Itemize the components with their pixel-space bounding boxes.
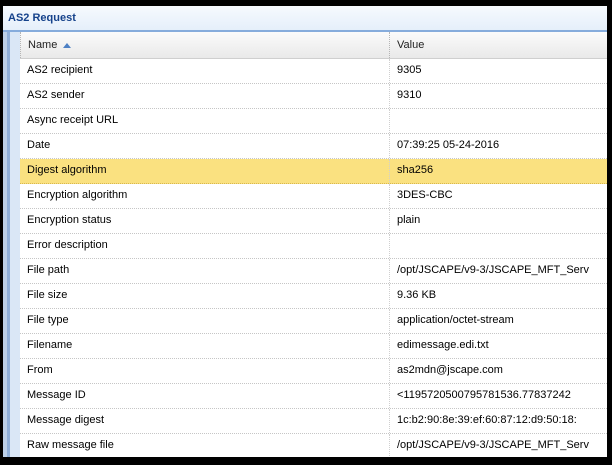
row-name-cell: Encryption algorithm xyxy=(20,184,389,208)
row-value-cell: 07:39:25 05-24-2016 xyxy=(389,134,607,158)
row-name-cell: Encryption status xyxy=(20,209,389,233)
table-row[interactable]: File path /opt/JSCAPE/v9-3/JSCAPE_MFT_Se… xyxy=(20,259,607,284)
row-name-cell: From xyxy=(20,359,389,383)
row-name-cell: Raw message file xyxy=(20,434,389,457)
row-name-cell: Date xyxy=(20,134,389,158)
table-row[interactable]: Date 07:39:25 05-24-2016 xyxy=(20,134,607,159)
row-name-cell: Async receipt URL xyxy=(20,109,389,133)
column-header-value[interactable]: Value xyxy=(389,32,607,58)
table-row[interactable]: Async receipt URL xyxy=(20,109,607,134)
row-name-cell: File type xyxy=(20,309,389,333)
table-row[interactable]: AS2 sender 9310 xyxy=(20,84,607,109)
table-row[interactable]: Digest algorithm sha256 xyxy=(20,159,607,184)
column-header-value-label: Value xyxy=(397,39,424,51)
grid-header-row: Name Value xyxy=(20,32,607,59)
table-row[interactable]: Raw message file /opt/JSCAPE/v9-3/JSCAPE… xyxy=(20,434,607,457)
row-value-cell: /opt/JSCAPE/v9-3/JSCAPE_MFT_Serv xyxy=(389,259,607,283)
sort-ascending-icon xyxy=(63,43,71,48)
row-value-cell: 9.36 KB xyxy=(389,284,607,308)
table-row[interactable]: Encryption status plain xyxy=(20,209,607,234)
row-name-cell: File size xyxy=(20,284,389,308)
as2-request-panel: AS2 Request Name Value AS2 recipient xyxy=(3,6,607,457)
panel-title: AS2 Request xyxy=(8,12,76,24)
column-header-name-label: Name xyxy=(28,39,57,51)
panel-header: AS2 Request xyxy=(3,6,607,32)
row-name-cell: File path xyxy=(20,259,389,283)
row-value-cell xyxy=(389,109,607,133)
grid-body: AS2 recipient 9305 AS2 sender 9310 Async… xyxy=(20,59,607,457)
row-value-cell: edimessage.edi.txt xyxy=(389,334,607,358)
row-name-cell: Error description xyxy=(20,234,389,258)
row-value-cell: 9305 xyxy=(389,59,607,83)
table-row[interactable]: File type application/octet-stream xyxy=(20,309,607,334)
screenshot-frame: AS2 Request Name Value AS2 recipient xyxy=(0,0,612,465)
row-name-cell: Filename xyxy=(20,334,389,358)
row-value-cell: sha256 xyxy=(389,159,607,183)
table-row[interactable]: Message ID <1195720500795781536.77837242 xyxy=(20,384,607,409)
table-row[interactable]: Error description xyxy=(20,234,607,259)
row-value-cell: application/octet-stream xyxy=(389,309,607,333)
table-row[interactable]: Message digest 1c:b2:90:8e:39:ef:60:87:1… xyxy=(20,409,607,434)
row-value-cell: plain xyxy=(389,209,607,233)
table-row[interactable]: File size 9.36 KB xyxy=(20,284,607,309)
row-name-cell: Digest algorithm xyxy=(20,159,389,183)
table-row[interactable]: AS2 recipient 9305 xyxy=(20,59,607,84)
row-value-cell: 9310 xyxy=(389,84,607,108)
row-name-cell: Message digest xyxy=(20,409,389,433)
table-row[interactable]: Encryption algorithm 3DES-CBC xyxy=(20,184,607,209)
row-name-cell: AS2 sender xyxy=(20,84,389,108)
row-value-cell xyxy=(389,234,607,258)
table-row[interactable]: Filename edimessage.edi.txt xyxy=(20,334,607,359)
table-row[interactable]: From as2mdn@jscape.com xyxy=(20,359,607,384)
panel-left-gutter xyxy=(3,32,20,457)
row-name-cell: Message ID xyxy=(20,384,389,408)
row-value-cell: 1c:b2:90:8e:39:ef:60:87:12:d9:50:18: xyxy=(389,409,607,433)
panel-body: Name Value AS2 recipient 9305 AS2 sender… xyxy=(3,32,607,457)
properties-grid: Name Value AS2 recipient 9305 AS2 sender… xyxy=(20,32,607,457)
row-name-cell: AS2 recipient xyxy=(20,59,389,83)
column-header-name[interactable]: Name xyxy=(20,32,389,58)
row-value-cell: /opt/JSCAPE/v9-3/JSCAPE_MFT_Serv xyxy=(389,434,607,457)
row-value-cell: <1195720500795781536.77837242 xyxy=(389,384,607,408)
row-value-cell: 3DES-CBC xyxy=(389,184,607,208)
row-value-cell: as2mdn@jscape.com xyxy=(389,359,607,383)
